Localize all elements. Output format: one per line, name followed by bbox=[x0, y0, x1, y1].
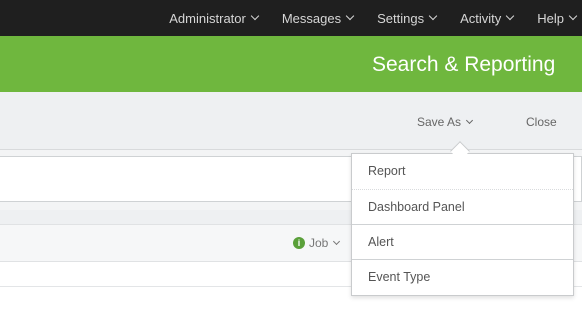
nav-help-menu[interactable]: Help bbox=[537, 10, 578, 26]
menu-item-report[interactable]: Report bbox=[352, 154, 573, 189]
nav-administrator-label: Administrator bbox=[169, 10, 246, 26]
info-icon: i bbox=[293, 237, 305, 249]
chevron-down-icon bbox=[428, 11, 438, 21]
job-label: Job bbox=[309, 236, 329, 250]
nav-help-label: Help bbox=[537, 10, 564, 26]
nav-administrator-menu[interactable]: Administrator bbox=[169, 10, 260, 26]
app-title[interactable]: Search & Reporting bbox=[372, 53, 555, 77]
menu-item-event-type[interactable]: Event Type bbox=[352, 259, 573, 294]
menu-item-alert[interactable]: Alert bbox=[352, 224, 573, 259]
save-as-button[interactable]: Save As bbox=[417, 115, 474, 129]
nav-messages-label: Messages bbox=[281, 10, 342, 26]
nav-settings-label: Settings bbox=[377, 10, 425, 26]
chevron-down-icon bbox=[345, 11, 355, 21]
nav-activity-label: Activity bbox=[460, 10, 502, 26]
nav-activity-menu[interactable]: Activity bbox=[460, 10, 515, 26]
chevron-down-icon bbox=[568, 11, 578, 21]
app-bar: Search & Reporting bbox=[0, 36, 582, 92]
chevron-down-icon bbox=[465, 116, 474, 124]
nav-settings-menu[interactable]: Settings bbox=[377, 10, 438, 26]
search-toolbar: Save As Close bbox=[0, 92, 582, 150]
chevron-down-icon bbox=[250, 11, 260, 21]
chevron-down-icon bbox=[333, 237, 341, 245]
job-menu-button[interactable]: i Job bbox=[293, 236, 341, 250]
nav-messages-menu[interactable]: Messages bbox=[281, 10, 355, 26]
save-as-menu: Report Dashboard Panel Alert Event Type bbox=[351, 153, 574, 296]
top-nav-bar: Administrator Messages Settings Activity… bbox=[0, 0, 582, 36]
chevron-down-icon bbox=[506, 11, 515, 21]
save-as-label: Save As bbox=[417, 115, 462, 129]
close-button[interactable]: Close bbox=[526, 115, 557, 129]
menu-item-dashboard-panel[interactable]: Dashboard Panel bbox=[352, 189, 573, 224]
